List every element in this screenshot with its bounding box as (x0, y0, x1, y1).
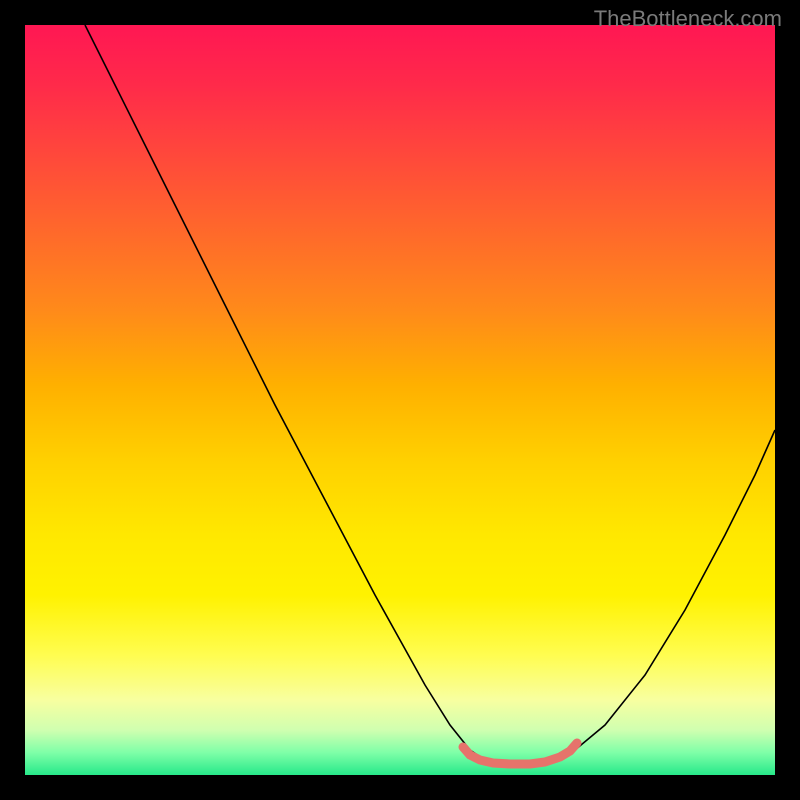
watermark-text: TheBottleneck.com (594, 6, 782, 32)
chart-svg (25, 25, 775, 775)
plot-area (25, 25, 775, 775)
bottleneck-curve (85, 25, 775, 763)
optimal-flat-region (463, 743, 577, 764)
